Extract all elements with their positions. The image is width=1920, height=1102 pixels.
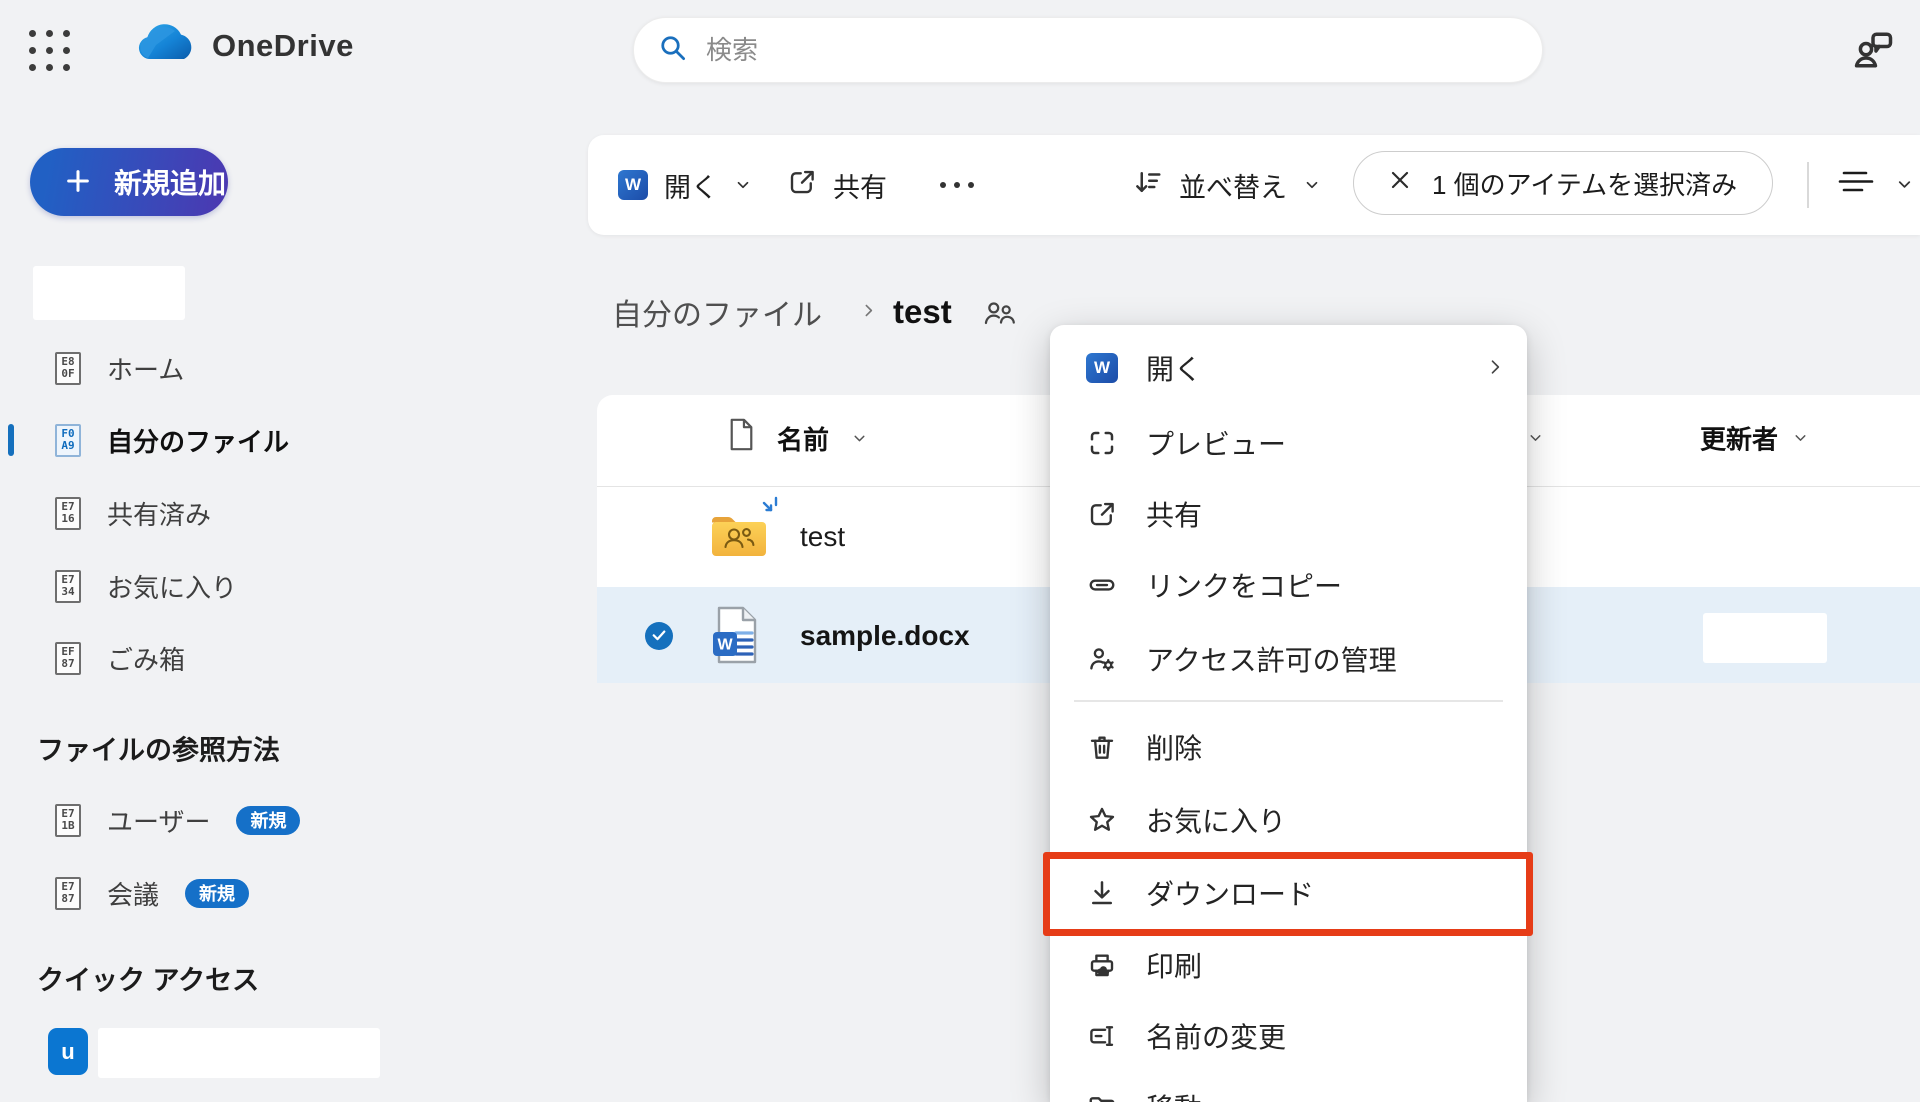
recycle-bin-icon: EF87 <box>55 642 81 675</box>
menu-item-move[interactable]: 移動 <box>1050 1071 1527 1102</box>
column-modified-by[interactable]: 更新者 <box>1700 420 1809 457</box>
menu-item-download[interactable]: ダウンロード <box>1050 857 1527 929</box>
command-bar: W 開く 共有 並べ替 <box>588 135 1920 235</box>
chevron-down-icon <box>1792 423 1809 454</box>
browse-section-title: ファイルの参照方法 <box>37 729 280 768</box>
close-icon <box>1388 168 1412 199</box>
menu-item-rename[interactable]: 名前の変更 <box>1050 1000 1527 1072</box>
sidebar-item-recycle-bin[interactable]: EF87 ごみ箱 <box>55 638 185 678</box>
meetings-icon: E787 <box>55 877 81 910</box>
onedrive-logo[interactable]: OneDrive <box>134 22 354 69</box>
chevron-down-icon <box>1895 170 1914 201</box>
list-view-icon <box>1833 166 1879 205</box>
download-icon <box>1086 877 1118 909</box>
add-new-button[interactable]: 新規追加 <box>30 148 228 216</box>
svg-text:W: W <box>717 637 733 654</box>
context-menu: W 開く プレビュー 共有 <box>1050 325 1527 1102</box>
toolbar-divider <box>1807 162 1809 208</box>
chevron-right-icon <box>1485 352 1505 384</box>
word-icon: W <box>618 170 648 200</box>
onedrive-cloud-icon <box>134 22 198 69</box>
sort-icon <box>1133 167 1163 204</box>
open-button[interactable]: W 開く <box>618 135 752 235</box>
favorites-icon: E734 <box>55 570 81 603</box>
plus-icon <box>64 167 92 198</box>
hidden-column-chevron-icon <box>1527 430 1544 447</box>
menu-item-preview[interactable]: プレビュー <box>1050 407 1527 479</box>
quick-access-site[interactable]: u <box>48 1028 380 1078</box>
site-tile-icon: u <box>48 1028 88 1075</box>
new-item-sparkle-icon <box>761 495 785 524</box>
share-button[interactable]: 共有 <box>787 135 887 235</box>
people-nav-icon: E71B <box>55 804 81 837</box>
sidebar-item-home[interactable]: E80F ホーム <box>55 348 184 388</box>
shared-folder-icon <box>710 513 768 564</box>
sidebar-item-shared[interactable]: E716 共有済み <box>55 493 211 533</box>
sidebar-item-people[interactable]: E71B ユーザー 新規 <box>55 800 300 840</box>
selected-nav-indicator <box>8 424 14 456</box>
preview-icon <box>1086 427 1118 459</box>
word-document-icon: W <box>712 606 760 664</box>
document-outline-icon <box>728 418 755 458</box>
app-launcher-button[interactable] <box>26 27 72 73</box>
redacted-site-name <box>98 1028 380 1078</box>
shared-people-icon[interactable] <box>982 299 1016 331</box>
search-bar <box>633 17 1543 83</box>
chevron-down-icon <box>734 170 752 201</box>
print-icon <box>1086 949 1118 981</box>
menu-divider <box>1074 700 1503 702</box>
app-title: OneDrive <box>212 28 354 64</box>
add-new-label: 新規追加 <box>114 162 226 202</box>
selection-count-label: 1 個のアイテムを選択済み <box>1432 165 1737 202</box>
ellipsis-icon <box>940 182 974 188</box>
search-input[interactable] <box>706 18 1518 82</box>
manage-access-icon <box>1086 643 1118 675</box>
menu-item-share[interactable]: 共有 <box>1050 478 1527 550</box>
menu-item-print[interactable]: 印刷 <box>1050 929 1527 1001</box>
share-icon <box>1086 498 1118 530</box>
new-badge: 新規 <box>185 879 249 908</box>
menu-item-favorite[interactable]: お気に入り <box>1050 784 1527 856</box>
menu-item-copy-link[interactable]: リンクをコピー <box>1050 549 1527 621</box>
person-feedback-icon <box>1850 59 1896 74</box>
sidebar-item-meetings[interactable]: E787 会議 新規 <box>55 873 249 913</box>
rename-icon <box>1086 1020 1118 1052</box>
feedback-button[interactable] <box>1846 26 1900 76</box>
redacted-account-name <box>33 266 185 320</box>
chevron-down-icon <box>851 423 868 454</box>
sidebar-item-my-files[interactable]: F0A9 自分のファイル <box>55 420 289 460</box>
onedrive-app: OneDrive 新規追加 E <box>0 0 1920 1102</box>
menu-item-open[interactable]: W 開く <box>1050 332 1527 404</box>
shared-icon: E716 <box>55 497 81 530</box>
breadcrumb-my-files[interactable]: 自分のファイル <box>612 290 822 334</box>
new-badge: 新規 <box>236 806 300 835</box>
sidebar-item-favorites[interactable]: E734 お気に入り <box>55 566 237 606</box>
column-name[interactable]: 名前 <box>728 418 868 458</box>
breadcrumb-chevron-icon <box>860 302 877 324</box>
quick-access-title: クイック アクセス <box>37 959 259 998</box>
check-icon <box>650 626 668 647</box>
trash-icon <box>1086 731 1118 763</box>
link-icon <box>1086 569 1118 601</box>
chevron-down-icon <box>1303 170 1321 201</box>
redacted-modified-by <box>1703 613 1827 663</box>
share-icon <box>787 167 817 204</box>
selected-checkbox[interactable] <box>645 622 673 650</box>
more-commands-button[interactable] <box>940 135 974 235</box>
view-options-button[interactable] <box>1833 135 1914 235</box>
sort-button[interactable]: 並べ替え <box>1133 135 1321 235</box>
file-name[interactable]: test <box>800 521 845 553</box>
word-icon: W <box>1086 353 1118 383</box>
menu-item-delete[interactable]: 削除 <box>1050 711 1527 783</box>
my-files-icon: F0A9 <box>55 424 81 457</box>
menu-item-manage-access[interactable]: アクセス許可の管理 <box>1050 623 1527 695</box>
search-icon <box>658 33 688 68</box>
star-icon <box>1086 804 1118 836</box>
move-folder-icon <box>1086 1091 1118 1102</box>
home-icon: E80F <box>55 352 81 385</box>
file-name[interactable]: sample.docx <box>800 620 970 652</box>
breadcrumb-current-folder[interactable]: test <box>893 293 952 331</box>
clear-selection-pill[interactable]: 1 個のアイテムを選択済み <box>1353 151 1773 215</box>
